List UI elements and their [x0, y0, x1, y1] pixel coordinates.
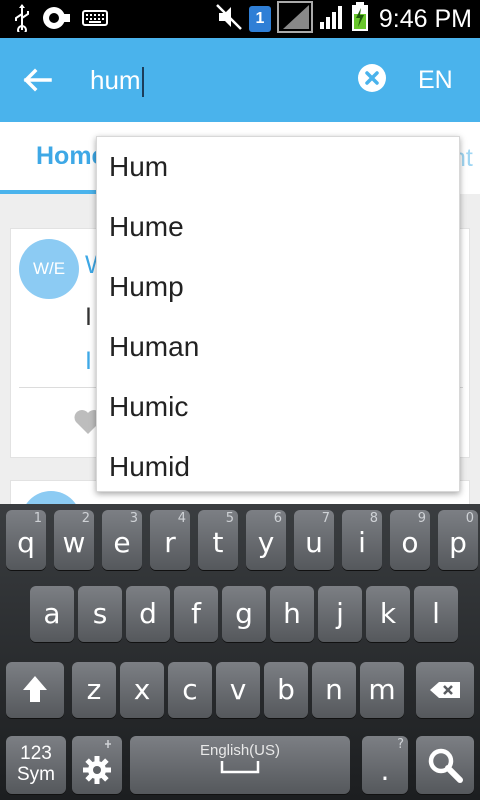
suggestion-item[interactable]: Human [109, 317, 199, 377]
key-k[interactable]: k [366, 586, 410, 642]
key-label: x [133, 673, 151, 706]
key-label: g [235, 597, 253, 630]
key-h[interactable]: h [270, 586, 314, 642]
key-number-hint: 1 [33, 511, 42, 526]
key-label: m [368, 673, 396, 706]
key-l[interactable]: l [414, 586, 458, 642]
keyboard-icon [82, 8, 108, 32]
period-key-alt: ? [397, 737, 404, 752]
key-number-hint: 4 [177, 511, 186, 526]
suggestion-item[interactable]: Hum [109, 137, 168, 197]
signal-icon [319, 4, 345, 34]
status-bar: 1 9:46 PM [0, 0, 480, 38]
shift-key[interactable] [6, 662, 64, 718]
gear-icon [72, 740, 122, 798]
key-number-hint: 8 [369, 511, 378, 526]
search-key[interactable] [416, 736, 474, 794]
key-label: s [92, 597, 108, 630]
card-text: I [85, 303, 92, 331]
key-number-hint: 2 [81, 511, 90, 526]
key-u[interactable]: 7u [294, 510, 334, 570]
suggestion-item[interactable]: Hume [109, 197, 184, 257]
key-j[interactable]: j [318, 586, 362, 642]
text-caret [141, 67, 144, 98]
key-t[interactable]: 5t [198, 510, 238, 570]
key-e[interactable]: 3e [102, 510, 142, 570]
search-input-value: hum [90, 65, 141, 95]
key-label: f [191, 597, 201, 630]
key-label: z [86, 673, 102, 706]
key-q[interactable]: 1q [6, 510, 46, 570]
key-d[interactable]: d [126, 586, 170, 642]
key-y[interactable]: 6y [246, 510, 286, 570]
notification-icons [14, 4, 108, 36]
signal-icon [276, 1, 313, 37]
key-number-hint: 5 [225, 511, 234, 526]
key-p[interactable]: 0p [438, 510, 478, 570]
key-label: c [182, 673, 198, 706]
key-label: d [139, 597, 157, 630]
key-label: v [229, 673, 247, 706]
suggestion-item[interactable]: Hump [109, 257, 184, 317]
sim-badge-icon: 1 [248, 6, 271, 32]
language-toggle-button[interactable]: EN [418, 60, 468, 100]
key-label: b [277, 673, 295, 706]
key-f[interactable]: f [174, 586, 218, 642]
clear-search-icon[interactable] [358, 64, 386, 92]
space-key-language: English(US) [199, 742, 281, 759]
key-label: l [432, 597, 440, 630]
search-icon [416, 748, 474, 798]
back-arrow-icon[interactable] [20, 62, 56, 98]
key-number-hint: 7 [321, 511, 330, 526]
key-x[interactable]: x [120, 662, 164, 718]
key-i[interactable]: 8i [342, 510, 382, 570]
key-number-hint: 3 [129, 511, 138, 526]
space-key[interactable]: English(US) [130, 736, 350, 794]
system-icons: 1 9:46 PM [215, 0, 472, 38]
key-r[interactable]: 4r [150, 510, 190, 570]
search-app-bar: hum EN [0, 38, 480, 122]
key-number-hint: 0 [465, 511, 474, 526]
battery-charging-icon [351, 2, 369, 36]
key-label: k [379, 597, 397, 630]
card-link[interactable]: I [85, 347, 92, 376]
key-o[interactable]: 9o [390, 510, 430, 570]
key-v[interactable]: v [216, 662, 260, 718]
period-key[interactable]: ? . [362, 736, 408, 794]
key-s[interactable]: s [78, 586, 122, 642]
soft-keyboard: 1q2w3e4r5t6y7u8i9o0p asd f gh j k l zxcvbnm 1… [0, 504, 480, 800]
voicemail-icon [42, 4, 70, 36]
backspace-key[interactable] [416, 662, 474, 718]
symbols-key-label: Sym [17, 764, 55, 785]
key-label: a [43, 597, 61, 630]
avatar: W/E [19, 239, 79, 299]
key-label: h [283, 597, 301, 630]
suggestion-item[interactable]: Humid [109, 437, 190, 497]
key-a[interactable]: a [30, 586, 74, 642]
search-input[interactable]: hum [90, 60, 340, 100]
key-b[interactable]: b [264, 662, 308, 718]
key-label: n [325, 673, 343, 706]
symbols-key[interactable]: 123 Sym [6, 736, 66, 794]
mute-icon [215, 3, 243, 35]
key-c[interactable]: c [168, 662, 212, 718]
key-m[interactable]: m [360, 662, 404, 718]
autocomplete-dropdown: Hum Hume Hump Human Humic Humid [96, 136, 460, 492]
key-number-hint: 6 [273, 511, 282, 526]
key-w[interactable]: 2w [54, 510, 94, 570]
key-z[interactable]: z [72, 662, 116, 718]
key-n[interactable]: n [312, 662, 356, 718]
suggestion-item[interactable]: Humic [109, 377, 188, 437]
key-label: j [336, 597, 344, 630]
key-g[interactable]: g [222, 586, 266, 642]
keyboard-settings-key[interactable] [72, 736, 122, 794]
clock: 9:46 PM [378, 4, 472, 33]
symbols-key-label: 123 [20, 743, 52, 764]
key-number-hint: 9 [417, 511, 426, 526]
usb-icon [14, 4, 30, 36]
